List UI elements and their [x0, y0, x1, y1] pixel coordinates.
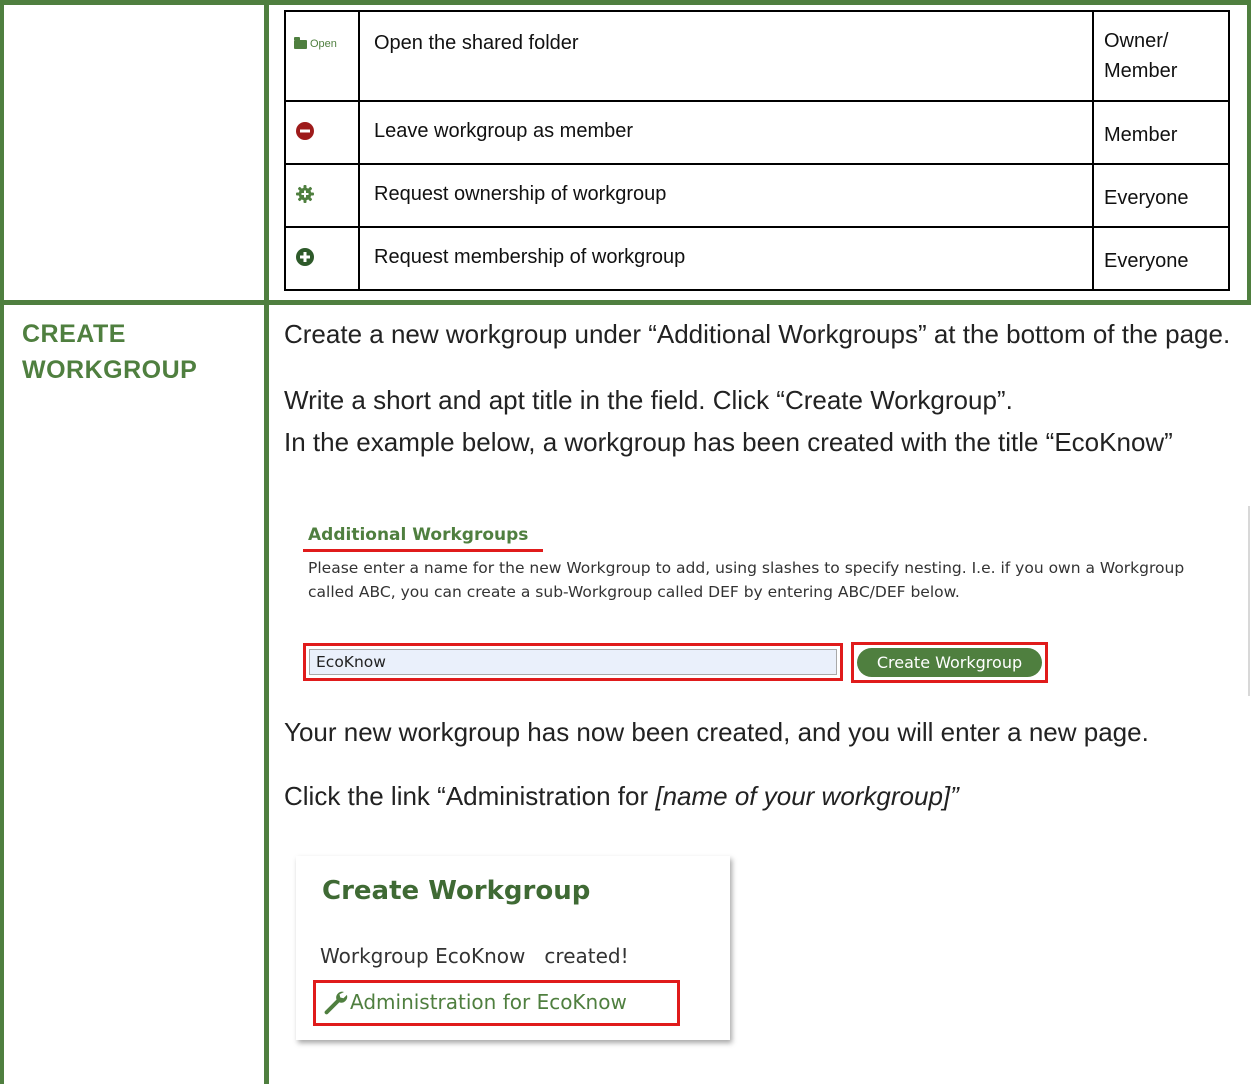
highlight-box: Administration for EcoKnow: [313, 980, 680, 1026]
gear-plus-icon: [296, 185, 314, 203]
highlight-underline: [303, 549, 543, 552]
action-description: Request membership of workgroup: [358, 226, 1094, 291]
instruction-text: Write a short and apt title in the field…: [284, 385, 1013, 415]
table-row: Open Open the shared folder Owner/ Membe…: [284, 10, 1230, 102]
table-row: Leave workgroup as member Member: [284, 100, 1230, 165]
actions-table: Open Open the shared folder Owner/ Membe…: [284, 10, 1230, 291]
table-row: Request membership of workgroup Everyone: [284, 226, 1230, 291]
action-role: Everyone: [1092, 163, 1230, 228]
additional-workgroups-description: Please enter a name for the new Workgrou…: [308, 559, 1185, 601]
wrench-icon: [324, 991, 348, 1015]
administration-link[interactable]: Administration for EcoKnow: [350, 990, 627, 1014]
table-row-divider: [0, 300, 1251, 305]
additional-workgroups-screenshot: Additional Workgroups Please enter a nam…: [286, 506, 1250, 696]
table-row: Request ownership of workgroup Everyone: [284, 163, 1230, 228]
action-role: Owner/ Member: [1092, 10, 1230, 102]
table-border-left: [0, 0, 4, 1084]
section-heading: CREATE WORKGROUP: [22, 320, 198, 384]
action-role: Everyone: [1092, 226, 1230, 291]
create-workgroup-button[interactable]: Create Workgroup: [857, 648, 1042, 677]
instruction-text: Create a new workgroup under “Additional…: [284, 319, 1231, 349]
action-description: Request ownership of workgroup: [358, 163, 1094, 228]
plus-circle-icon: [296, 248, 314, 266]
created-message: Workgroup EcoKnow created!: [320, 944, 629, 968]
table-column-divider: [264, 0, 269, 1084]
additional-workgroups-title: Additional Workgroups: [308, 525, 529, 545]
workgroup-name-input[interactable]: [309, 649, 837, 675]
action-description: Open the shared folder: [358, 10, 1094, 102]
instruction-text: Your new workgroup has now been created,…: [284, 717, 1149, 747]
action-role: Member: [1092, 100, 1230, 165]
instruction-text: Click the link “Administration for [name…: [284, 781, 959, 811]
minus-circle-icon: [296, 122, 314, 140]
action-description: Leave workgroup as member: [358, 100, 1094, 165]
open-folder-icon: Open: [294, 36, 337, 50]
table-border-right: [1247, 0, 1251, 305]
highlight-box: Create Workgroup: [851, 642, 1048, 683]
create-workgroup-title: Create Workgroup: [322, 876, 591, 906]
instruction-text: In the example below, a workgroup has be…: [284, 427, 1173, 457]
create-workgroup-screenshot: Create Workgroup Workgroup EcoKnow creat…: [296, 856, 730, 1040]
table-border-top: [0, 0, 1251, 5]
highlight-box: [303, 643, 843, 681]
